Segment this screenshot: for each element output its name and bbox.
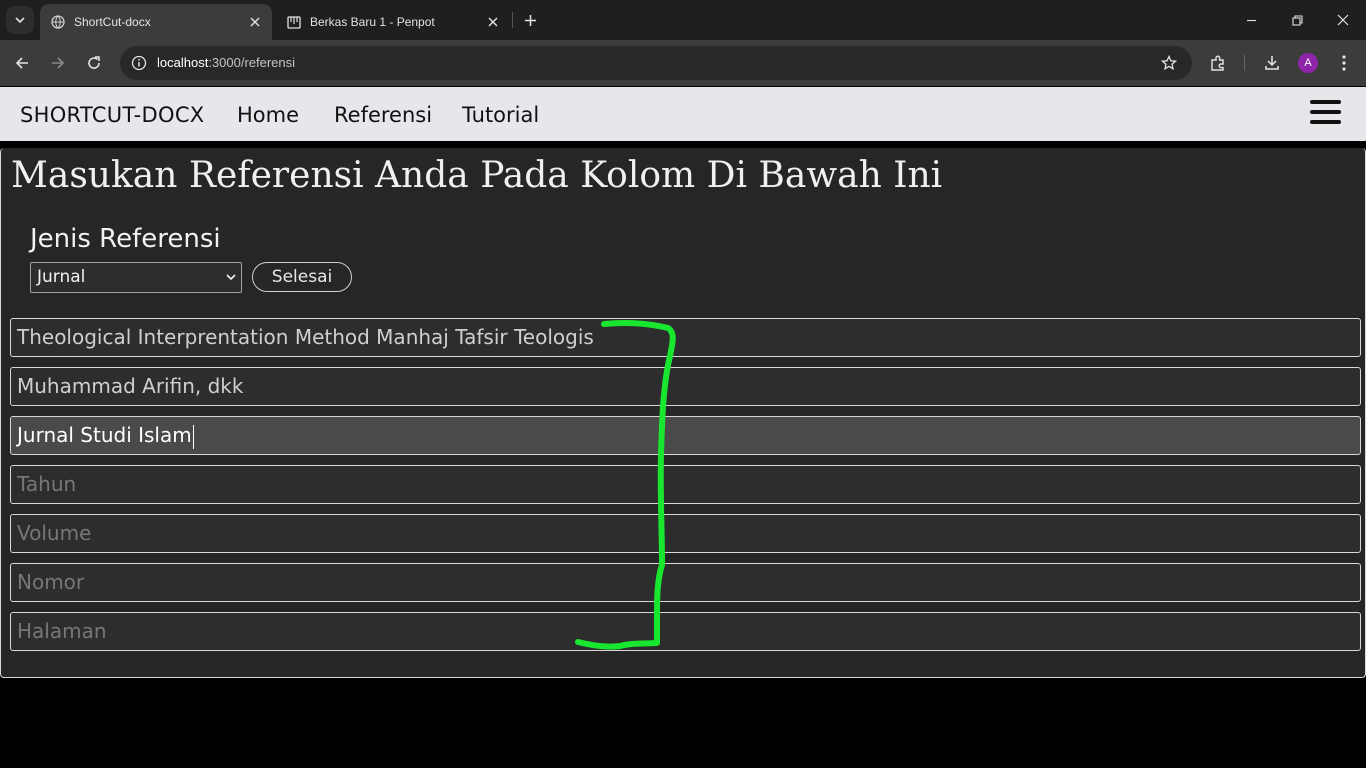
nav-link-referensi[interactable]: Referensi <box>334 87 432 143</box>
back-button[interactable] <box>8 49 36 77</box>
volume-field[interactable]: Volume <box>10 514 1361 553</box>
number-field[interactable]: Nomor <box>10 563 1361 602</box>
restore-icon <box>1291 14 1303 26</box>
title-field[interactable]: Theological Interprentation Method Manha… <box>10 318 1361 357</box>
url-host: localhost <box>157 55 209 70</box>
text-caret <box>192 424 194 449</box>
globe-icon <box>50 14 66 30</box>
nav-link-home[interactable]: Home <box>237 87 299 143</box>
bookmark-star-icon[interactable] <box>1160 54 1178 72</box>
url-path: :3000/referensi <box>208 55 296 70</box>
site-navbar: SHORTCUT-DOCX Home Referensi Tutorial <box>0 87 1366 141</box>
journal-name-field-value: Jurnal Studi Islam <box>17 423 192 447</box>
chevron-down-icon <box>15 17 25 24</box>
author-field[interactable]: Muhammad Arifin, dkk <box>10 367 1361 406</box>
chevron-down-icon <box>226 274 236 281</box>
plus-icon <box>524 14 536 26</box>
tab-divider <box>512 12 513 28</box>
restore-button[interactable] <box>1274 0 1320 40</box>
selesai-button[interactable]: Selesai <box>252 262 352 292</box>
page-title: Masukan Referensi Anda Pada Kolom Di Baw… <box>11 155 943 196</box>
download-icon[interactable] <box>1261 52 1283 74</box>
tab-title: ShortCut-docx <box>74 15 151 29</box>
year-field[interactable]: Tahun <box>10 465 1361 504</box>
browser-toolbar: localhost:3000/referensi A <box>0 40 1366 86</box>
author-field-value: Muhammad Arifin, dkk <box>17 374 244 398</box>
url-text[interactable]: localhost:3000/referensi <box>157 46 295 80</box>
site-info-icon[interactable] <box>130 54 148 72</box>
more-menu-icon[interactable] <box>1333 52 1355 74</box>
arrow-right-icon <box>52 57 65 69</box>
hamburger-menu-icon[interactable] <box>1310 100 1342 128</box>
close-tab-icon[interactable] <box>484 13 502 31</box>
tab-shortcut-docx[interactable]: ShortCut-docx <box>40 4 272 40</box>
tab-title: Berkas Baru 1 - Penpot <box>310 15 435 29</box>
penpot-icon <box>286 14 302 30</box>
close-window-button[interactable] <box>1320 0 1366 40</box>
browser-tab-strip: ShortCut-docx Berkas Baru 1 - Penpot <box>0 0 1366 40</box>
number-field-placeholder: Nomor <box>17 570 85 594</box>
arrow-left-icon <box>15 57 28 69</box>
pages-field-placeholder: Halaman <box>17 619 107 643</box>
toolbar-divider <box>1244 55 1245 71</box>
minimize-icon <box>1246 19 1256 21</box>
forward-button[interactable] <box>44 49 72 77</box>
extensions-icon[interactable] <box>1207 52 1229 74</box>
journal-name-field[interactable]: Jurnal Studi Islam <box>10 416 1361 455</box>
close-tab-icon[interactable] <box>246 13 264 31</box>
minimize-button[interactable] <box>1228 0 1274 40</box>
address-bar[interactable]: localhost:3000/referensi <box>120 46 1192 80</box>
close-icon <box>1337 14 1349 26</box>
reload-button[interactable] <box>80 49 108 77</box>
year-field-placeholder: Tahun <box>17 472 77 496</box>
tab-penpot[interactable]: Berkas Baru 1 - Penpot <box>276 4 510 40</box>
pages-field[interactable]: Halaman <box>10 612 1361 651</box>
tab-search-button[interactable] <box>6 6 34 34</box>
reference-type-label: Jenis Referensi <box>30 224 221 254</box>
profile-avatar[interactable]: A <box>1298 53 1318 73</box>
reference-type-select[interactable]: Jurnal <box>30 262 242 293</box>
site-brand[interactable]: SHORTCUT-DOCX <box>20 87 204 143</box>
new-tab-button[interactable] <box>520 10 540 30</box>
reload-icon <box>88 56 100 69</box>
nav-link-tutorial[interactable]: Tutorial <box>462 87 539 143</box>
volume-field-placeholder: Volume <box>17 521 92 545</box>
title-field-value: Theological Interprentation Method Manha… <box>17 325 594 349</box>
reference-type-selected: Jurnal <box>37 267 86 287</box>
